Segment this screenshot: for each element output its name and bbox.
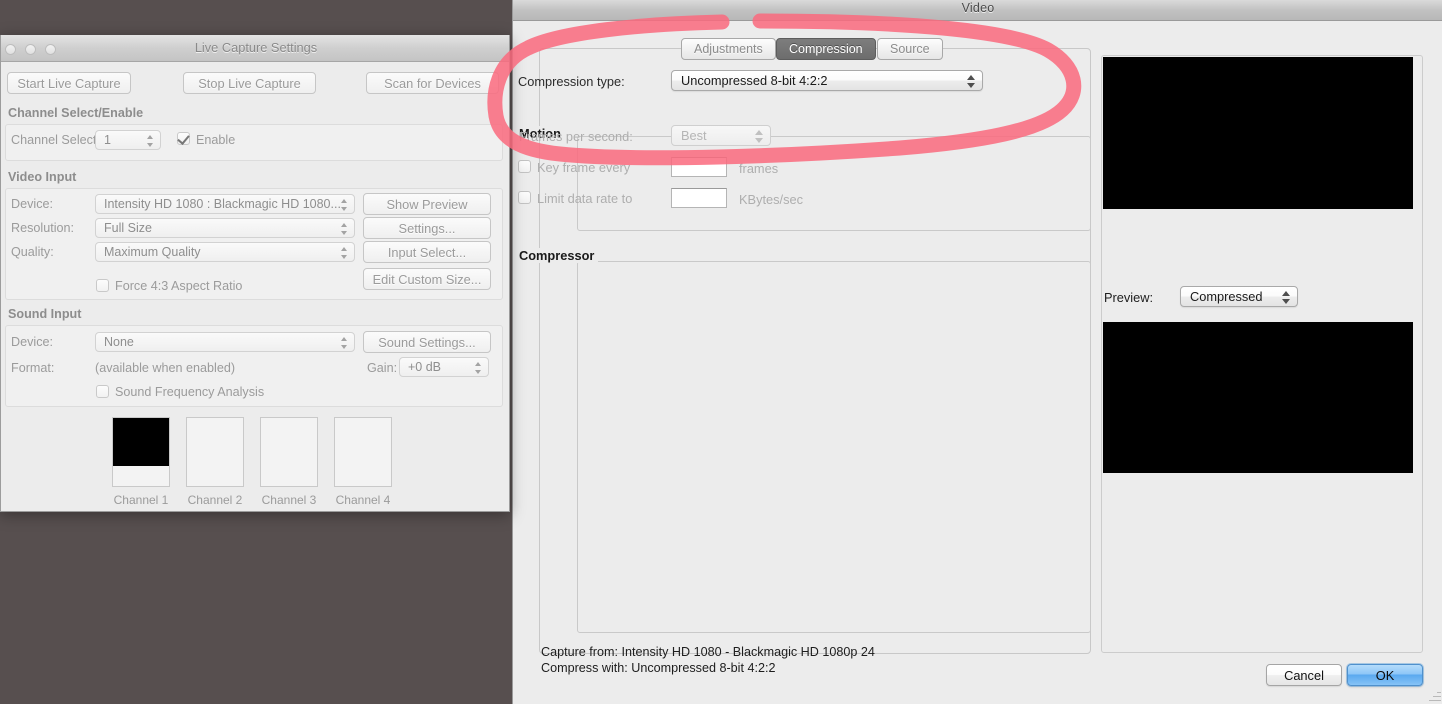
channel-thumbnail-2[interactable] (186, 417, 244, 487)
channel-select-popup[interactable]: 1 (95, 130, 161, 150)
tab-adjustments[interactable]: Adjustments (681, 38, 776, 60)
video-dialog: Video Adjustments Compression Source Com… (512, 0, 1442, 704)
video-device-value: Intensity HD 1080 : Blackmagic HD 1080..… (104, 197, 341, 211)
stepper-arrows-icon (340, 198, 348, 212)
edit-custom-size-button[interactable]: Edit Custom Size... (363, 268, 491, 290)
limit-data-rate-unit-label: KBytes/sec (739, 192, 804, 207)
sound-device-label: Device: (11, 335, 53, 349)
channel-thumbnail-1[interactable] (112, 417, 170, 487)
resolution-value: Full Size (104, 221, 152, 235)
preview-mode-popup[interactable]: Compressed (1180, 286, 1298, 307)
video-input-section-title: Video Input (8, 170, 77, 184)
gain-value: +0 dB (408, 360, 442, 374)
video-device-popup[interactable]: Intensity HD 1080 : Blackmagic HD 1080..… (95, 194, 355, 214)
stepper-arrows-icon (1281, 290, 1290, 305)
video-device-label: Device: (11, 197, 53, 211)
sound-frequency-analysis-label: Sound Frequency Analysis (115, 385, 265, 399)
motion-groupbox (577, 136, 1091, 231)
sound-settings-button[interactable]: Sound Settings... (363, 331, 491, 353)
settings-button[interactable]: Settings... (363, 217, 491, 239)
force-aspect-ratio-checkbox[interactable] (96, 279, 109, 292)
cancel-button[interactable]: Cancel (1266, 664, 1342, 686)
channel-1-video (113, 418, 169, 466)
channel-thumbnail-4[interactable] (334, 417, 392, 487)
preview-mode-value: Compressed (1190, 289, 1263, 304)
video-dialog-body: Adjustments Compression Source Compressi… (513, 21, 1442, 704)
key-frame-label: Key frame every (537, 160, 631, 175)
channel-caption-2: Channel 2 (187, 493, 243, 507)
limit-data-rate-label: Limit data rate to (537, 191, 633, 206)
quality-label: Quality: (11, 245, 54, 259)
stepper-arrows-icon (340, 246, 348, 260)
sound-device-popup[interactable]: None (95, 332, 355, 352)
limit-data-rate-checkbox[interactable] (518, 191, 531, 204)
preview-column: Preview: Compressed (1101, 55, 1423, 653)
stepper-arrows-icon (340, 336, 348, 350)
resolution-popup[interactable]: Full Size (95, 218, 355, 238)
channel-caption-4: Channel 4 (335, 493, 391, 507)
key-frame-input[interactable] (671, 157, 727, 177)
tab-source[interactable]: Source (877, 38, 943, 60)
channel-thumbnail-3[interactable] (260, 417, 318, 487)
preview-source-thumbnail (1103, 57, 1413, 209)
capture-from-text: Capture from: Intensity HD 1080 - Blackm… (541, 645, 875, 659)
stepper-arrows-icon (966, 74, 975, 89)
sound-input-section-title: Sound Input (8, 307, 82, 321)
compress-with-text: Compress with: Uncompressed 8-bit 4:2:2 (541, 661, 776, 675)
compression-type-value: Uncompressed 8-bit 4:2:2 (681, 73, 828, 88)
channel-select-value: 1 (104, 133, 111, 147)
channel-select-label: Channel Select: (11, 133, 100, 147)
sound-format-value: (available when enabled) (95, 361, 236, 375)
compressor-groupbox (577, 261, 1091, 633)
gain-label: Gain: (367, 361, 398, 375)
live-capture-settings-title: Live Capture Settings (194, 40, 318, 55)
gain-popup[interactable]: +0 dB (399, 357, 489, 377)
quality-popup[interactable]: Maximum Quality (95, 242, 355, 262)
preview-label: Preview: (1104, 290, 1154, 305)
start-live-capture-button[interactable]: Start Live Capture (7, 72, 131, 94)
channel-caption-1: Channel 1 (113, 493, 169, 507)
key-frame-unit-label: frames (739, 161, 779, 176)
sound-format-label: Format: (11, 361, 55, 375)
force-aspect-ratio-label: Force 4:3 Aspect Ratio (115, 279, 243, 293)
key-frame-checkbox[interactable] (518, 160, 531, 173)
preview-compressed-thumbnail (1103, 322, 1413, 473)
stepper-arrows-icon (754, 129, 763, 144)
video-dialog-titlebar[interactable]: Video (513, 0, 1442, 21)
frames-per-second-label: Frames per second: (519, 129, 633, 144)
frames-per-second-popup[interactable]: Best (671, 125, 771, 146)
tab-compression[interactable]: Compression (776, 38, 876, 60)
video-dialog-tabbar: Adjustments Compression Source (681, 38, 981, 60)
stop-live-capture-button[interactable]: Stop Live Capture (183, 72, 316, 94)
live-capture-settings-titlebar[interactable]: Live Capture Settings (1, 35, 509, 62)
frames-per-second-value: Best (681, 128, 707, 143)
input-select-button[interactable]: Input Select... (363, 241, 491, 263)
compressor-group-title: Compressor (515, 248, 599, 263)
show-preview-button[interactable]: Show Preview (363, 193, 491, 215)
resize-grip[interactable] (1428, 689, 1441, 702)
sound-device-value: None (104, 335, 134, 349)
limit-data-rate-input[interactable] (671, 188, 727, 208)
sound-frequency-analysis-checkbox[interactable] (96, 385, 109, 398)
enable-checkbox[interactable] (177, 132, 190, 145)
enable-label: Enable (196, 133, 236, 147)
quality-value: Maximum Quality (104, 245, 201, 259)
stepper-arrows-icon (146, 134, 154, 148)
compression-type-popup[interactable]: Uncompressed 8-bit 4:2:2 (671, 70, 983, 91)
stepper-arrows-icon (474, 361, 482, 375)
resolution-label: Resolution: (11, 221, 75, 235)
ok-button[interactable]: OK (1347, 664, 1423, 686)
compression-type-label: Compression type: (518, 74, 625, 89)
channel-select-enable-section-title: Channel Select/Enable (8, 106, 144, 120)
live-capture-settings-window: Live Capture Settings Start Live Capture… (0, 35, 510, 512)
stepper-arrows-icon (340, 222, 348, 236)
scan-for-devices-button[interactable]: Scan for Devices (366, 72, 499, 94)
channel-caption-3: Channel 3 (261, 493, 317, 507)
video-dialog-title: Video (961, 1, 995, 15)
